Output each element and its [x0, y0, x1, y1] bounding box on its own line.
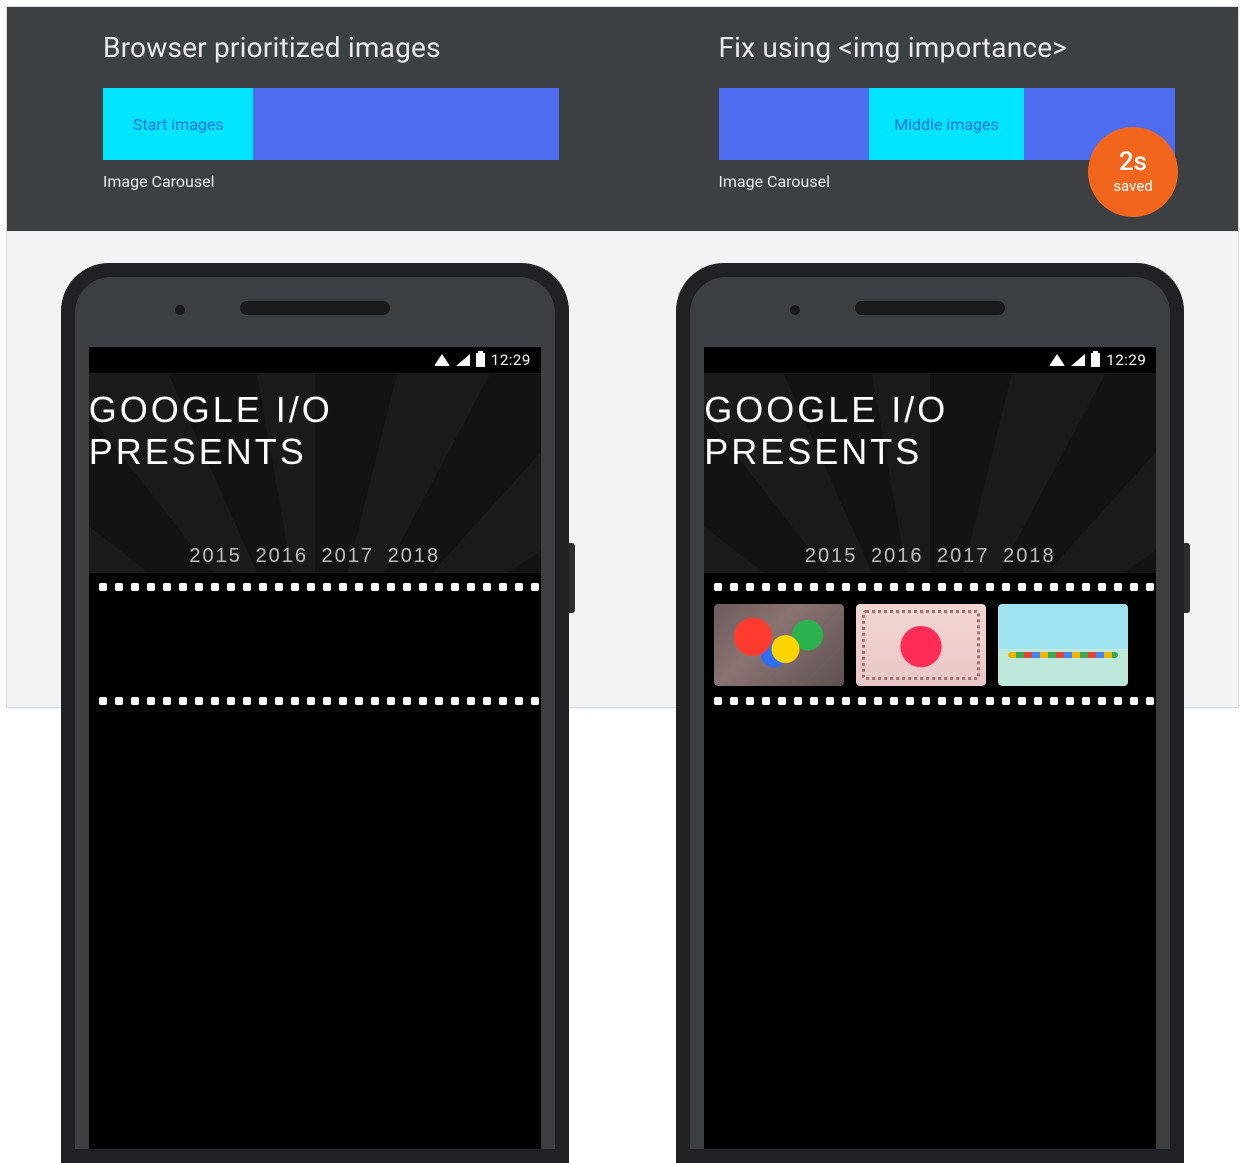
- battery-icon: [1091, 353, 1100, 367]
- comparison-figure: Browser prioritized images Start images …: [6, 6, 1239, 708]
- hero-title: GOOGLE I/O PRESENTS: [704, 389, 1156, 473]
- left-carousel-bar: Start images: [103, 88, 559, 160]
- battery-icon: [476, 353, 485, 367]
- filmstrip-right: [704, 573, 1156, 717]
- camera-dot-icon: [175, 305, 185, 315]
- left-segment-start-label: Start images: [133, 115, 224, 134]
- earpiece-icon: [855, 301, 1005, 315]
- right-segment-before: [719, 88, 869, 160]
- sprocket-row-bottom: [89, 697, 541, 707]
- status-time: 12:29: [1106, 351, 1146, 369]
- left-segment-start: Start images: [103, 88, 253, 160]
- sprocket-row-top: [89, 583, 541, 593]
- phone-col-left: 12:29 GOOGLE I/O PRESENTS 2015 2016 2017…: [7, 231, 623, 707]
- sprocket-row-top: [704, 583, 1156, 593]
- left-title: Browser prioritized images: [103, 31, 527, 64]
- figure-body: 12:29 GOOGLE I/O PRESENTS 2015 2016 2017…: [7, 231, 1238, 707]
- camera-dot-icon: [790, 305, 800, 315]
- phone-bezel-left: 12:29 GOOGLE I/O PRESENTS 2015 2016 2017…: [75, 277, 555, 1149]
- carousel-thumb-2: [856, 604, 986, 686]
- phone-mock-right: 12:29 GOOGLE I/O PRESENTS 2015 2016 2017…: [676, 263, 1184, 1163]
- left-segment-rest: [253, 88, 559, 160]
- filmstrip-left: [89, 573, 541, 717]
- phone-side-button: [1184, 543, 1190, 613]
- phone-col-right: 12:29 GOOGLE I/O PRESENTS 2015 2016 2017…: [623, 231, 1239, 707]
- badge-label: saved: [1113, 177, 1152, 195]
- filmstrip-body-loaded: [704, 595, 1156, 695]
- status-bar: 12:29: [704, 347, 1156, 373]
- carousel-thumb-1: [714, 604, 844, 686]
- carousel-thumb-3: [998, 604, 1128, 686]
- right-caption: Image Carousel: [719, 172, 1143, 191]
- right-title: Fix using <img importance>: [719, 31, 1143, 64]
- status-time: 12:29: [491, 351, 531, 369]
- signal-icon: [456, 354, 470, 366]
- figure-header: Browser prioritized images Start images …: [7, 7, 1238, 231]
- badge-value: 2s: [1119, 149, 1147, 175]
- hero-banner: GOOGLE I/O PRESENTS 2015 2016 2017 2018: [89, 373, 541, 573]
- filmstrip-body-empty: [89, 595, 541, 695]
- hero-banner: GOOGLE I/O PRESENTS 2015 2016 2017 2018: [704, 373, 1156, 573]
- hero-years: 2015 2016 2017 2018: [189, 545, 440, 568]
- header-col-left: Browser prioritized images Start images …: [7, 23, 623, 231]
- sprocket-row-bottom: [704, 697, 1156, 707]
- hero-years: 2015 2016 2017 2018: [805, 545, 1056, 568]
- left-caption: Image Carousel: [103, 172, 527, 191]
- time-saved-badge: 2s saved: [1088, 127, 1178, 217]
- phone-screen-right: 12:29 GOOGLE I/O PRESENTS 2015 2016 2017…: [704, 347, 1156, 1149]
- phone-mock-left: 12:29 GOOGLE I/O PRESENTS 2015 2016 2017…: [61, 263, 569, 1163]
- phone-side-button: [569, 543, 575, 613]
- phone-bezel-right: 12:29 GOOGLE I/O PRESENTS 2015 2016 2017…: [690, 277, 1170, 1149]
- status-bar: 12:29: [89, 347, 541, 373]
- phone-screen-left: 12:29 GOOGLE I/O PRESENTS 2015 2016 2017…: [89, 347, 541, 1149]
- wifi-icon: [1049, 354, 1065, 366]
- signal-icon: [1071, 354, 1085, 366]
- hero-title: GOOGLE I/O PRESENTS: [89, 389, 541, 473]
- earpiece-icon: [240, 301, 390, 315]
- right-segment-middle-label: Middle images: [894, 115, 999, 134]
- wifi-icon: [434, 354, 450, 366]
- right-segment-middle: Middle images: [869, 88, 1024, 160]
